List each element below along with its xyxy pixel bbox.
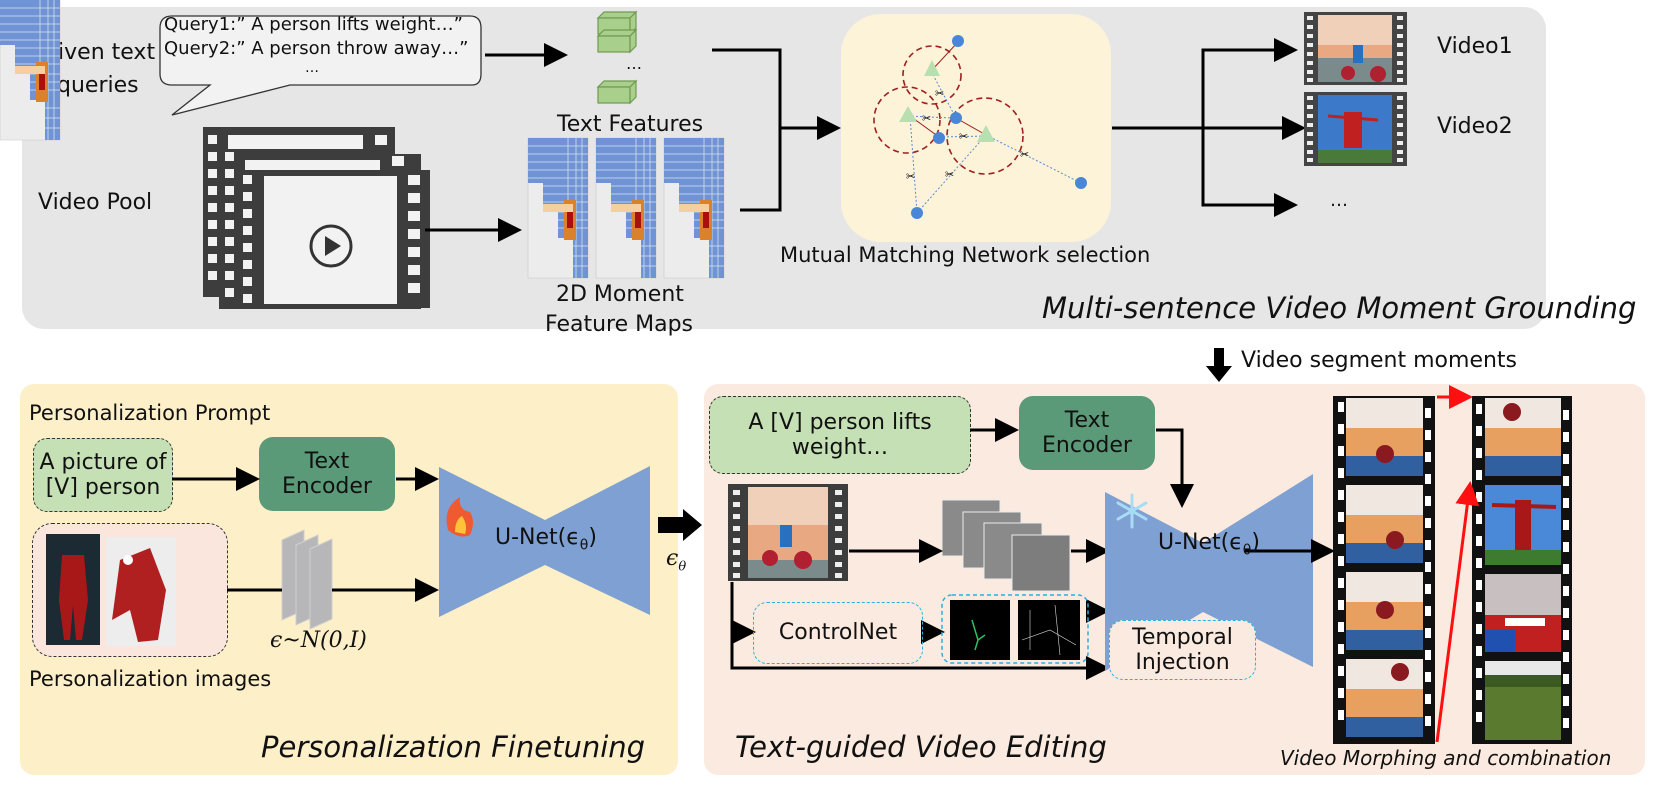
combined-frame	[1485, 661, 1561, 740]
edited-frame	[1346, 398, 1423, 476]
filmstrip-1	[1333, 396, 1435, 744]
combined-frame	[1485, 574, 1561, 652]
combined-frame	[1485, 485, 1561, 565]
editing-title: Text-guided Video Editing	[735, 730, 1107, 764]
edited-frame	[1346, 485, 1423, 563]
edited-frame	[1346, 659, 1423, 737]
edited-frame	[1346, 572, 1423, 650]
filmstrip-2	[1472, 396, 1572, 744]
combined-frame	[1485, 398, 1561, 476]
edited-filmstrips	[1333, 385, 1572, 744]
morphing-label: Video Morphing and combination	[1280, 746, 1612, 770]
